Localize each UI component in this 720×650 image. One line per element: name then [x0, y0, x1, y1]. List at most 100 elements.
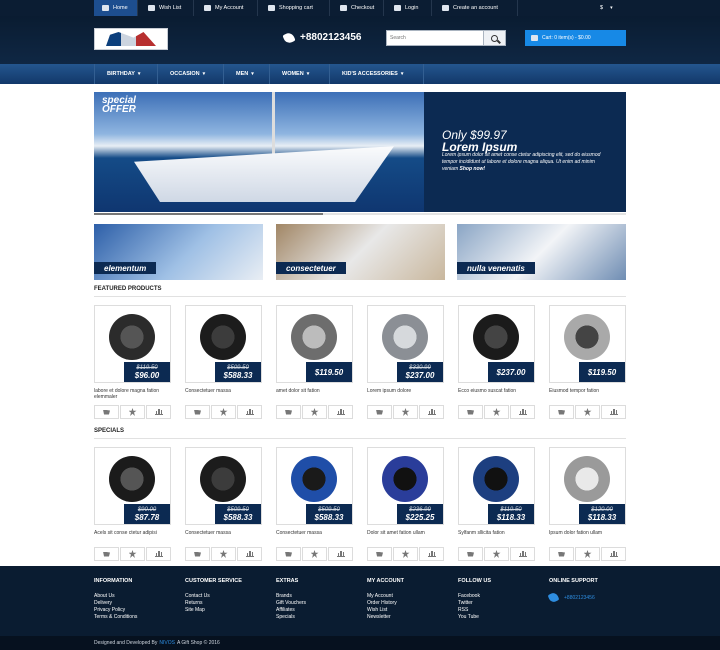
shop-now-link[interactable]: Shop now!	[460, 166, 486, 172]
compare-button[interactable]	[510, 405, 535, 419]
footer-link[interactable]: Specials	[276, 614, 366, 621]
compare-button[interactable]	[328, 547, 353, 561]
product-name[interactable]: labore et dolore magna fation elemmaler	[94, 388, 171, 400]
add-to-wishlist-button[interactable]	[484, 547, 509, 561]
footer-link[interactable]: Twitter	[458, 600, 548, 607]
search-button[interactable]	[484, 30, 506, 46]
top-link-login[interactable]: Login	[386, 0, 432, 16]
add-to-cart-button[interactable]	[367, 547, 392, 561]
add-to-wishlist-button[interactable]	[575, 405, 600, 419]
add-to-cart-button[interactable]	[276, 547, 301, 561]
product-name[interactable]: amet dolor sit fation	[276, 388, 353, 394]
product-name[interactable]: Ipsum dolor fation ullam	[549, 530, 626, 536]
site-logo[interactable]	[94, 28, 168, 50]
support-phone[interactable]: +8802123456	[547, 591, 639, 604]
hero-banner[interactable]: special OFFER Only $99.97 Lorem Ipsum Lor…	[94, 92, 626, 212]
footer-link[interactable]: You Tube	[458, 614, 548, 621]
product-name[interactable]: Consectetuer massa	[185, 530, 262, 536]
product-image[interactable]: $509.50 $588.33	[185, 305, 262, 383]
product-image[interactable]: $120.00 $118.33	[549, 447, 626, 525]
footer-link[interactable]: Site Map	[185, 607, 275, 614]
footer-link[interactable]: Gift Vouchers	[276, 600, 366, 607]
add-to-cart-button[interactable]	[94, 547, 119, 561]
add-to-wishlist-button[interactable]	[211, 405, 236, 419]
nav-item-birthday[interactable]: BIRTHDAY ▾	[94, 64, 158, 84]
footer-link[interactable]: Delivery	[94, 600, 184, 607]
product-name[interactable]: Consectetuer massa	[276, 530, 353, 536]
top-link-shopping-cart[interactable]: Shopping cart	[260, 0, 330, 16]
product-name[interactable]: Eiusmod tempor fation	[549, 388, 626, 394]
add-to-wishlist-button[interactable]	[120, 405, 145, 419]
promo-tile-nulla-venenatis[interactable]: nulla venenatis	[457, 224, 626, 280]
top-link-wish-list[interactable]: Wish List	[140, 0, 194, 16]
product-image[interactable]: $119.50 $118.33	[458, 447, 535, 525]
product-name[interactable]: Consectetuer massa	[185, 388, 262, 394]
add-to-wishlist-button[interactable]	[393, 405, 418, 419]
compare-button[interactable]	[237, 547, 262, 561]
product-name[interactable]: Ecco eiusmo suscat fation	[458, 388, 535, 394]
add-to-wishlist-button[interactable]	[575, 547, 600, 561]
promo-tile-consectetuer[interactable]: consectetuer	[276, 224, 445, 280]
top-link-create-account[interactable]: Create an account	[434, 0, 518, 16]
top-link-home[interactable]: Home	[94, 0, 138, 16]
compare-button[interactable]	[237, 405, 262, 419]
product-name[interactable]: Sylfanm sllicita fation	[458, 530, 535, 536]
add-to-cart-button[interactable]	[276, 405, 301, 419]
compare-button[interactable]	[419, 405, 444, 419]
add-to-wishlist-button[interactable]	[302, 405, 327, 419]
add-to-wishlist-button[interactable]	[120, 547, 145, 561]
footer-link[interactable]: Facebook	[458, 593, 548, 600]
footer-link[interactable]: Returns	[185, 600, 275, 607]
footer-link[interactable]: Contact Us	[185, 593, 275, 600]
compare-button[interactable]	[601, 547, 626, 561]
nav-item-kids-accessories[interactable]: KID'S ACCESSORIES ▾	[330, 64, 424, 84]
add-to-cart-button[interactable]	[458, 547, 483, 561]
compare-button[interactable]	[510, 547, 535, 561]
footer-link[interactable]: Terms & Conditions	[94, 614, 184, 621]
footer-link[interactable]: RSS	[458, 607, 548, 614]
add-to-wishlist-button[interactable]	[211, 547, 236, 561]
add-to-cart-button[interactable]	[185, 547, 210, 561]
nav-item-women[interactable]: WOMEN ▾	[270, 64, 330, 84]
footer-link[interactable]: Affiliates	[276, 607, 366, 614]
product-image[interactable]: $90.00 $87.78	[94, 447, 171, 525]
compare-button[interactable]	[328, 405, 353, 419]
product-image[interactable]: $119.50	[549, 305, 626, 383]
add-to-cart-button[interactable]	[549, 405, 574, 419]
product-name[interactable]: Acels sit conse ctetur adipisi	[94, 530, 171, 536]
compare-button[interactable]	[146, 547, 171, 561]
nav-item-occasion[interactable]: OCCASION ▾	[158, 64, 224, 84]
top-link-checkout[interactable]: Checkout	[332, 0, 384, 16]
add-to-wishlist-button[interactable]	[393, 547, 418, 561]
add-to-cart-button[interactable]	[458, 405, 483, 419]
footer-link[interactable]: My Account	[367, 593, 457, 600]
add-to-cart-button[interactable]	[94, 405, 119, 419]
product-image[interactable]: $236.99 $225.25	[367, 447, 444, 525]
footer-link[interactable]: Wish List	[367, 607, 457, 614]
add-to-cart-button[interactable]	[549, 547, 574, 561]
developer-link[interactable]: NIVOS	[159, 640, 175, 646]
add-to-wishlist-button[interactable]	[302, 547, 327, 561]
cart-button[interactable]: Cart: 0 item(s) - $0.00	[525, 30, 626, 46]
product-name[interactable]: Lorem ipsum dolore	[367, 388, 444, 394]
footer-link[interactable]: Privacy Policy	[94, 607, 184, 614]
footer-link[interactable]: Newsletter	[367, 614, 457, 621]
product-image[interactable]: $330.99 $237.00	[367, 305, 444, 383]
product-image[interactable]: $237.00	[458, 305, 535, 383]
top-link-my-account[interactable]: My Account	[196, 0, 258, 16]
compare-button[interactable]	[146, 405, 171, 419]
nav-item-men[interactable]: MEN ▾	[224, 64, 270, 84]
product-image[interactable]: $509.50 $588.33	[185, 447, 262, 525]
compare-button[interactable]	[601, 405, 626, 419]
add-to-wishlist-button[interactable]	[484, 405, 509, 419]
footer-link[interactable]: Brands	[276, 593, 366, 600]
footer-link[interactable]: About Us	[94, 593, 184, 600]
currency-selector[interactable]: $ ▾	[592, 0, 626, 16]
compare-button[interactable]	[419, 547, 444, 561]
promo-tile-elementum[interactable]: elementum	[94, 224, 263, 280]
search-input[interactable]	[386, 30, 484, 46]
product-image[interactable]: $119.50	[276, 305, 353, 383]
product-name[interactable]: Dolor sit amet fation ullam	[367, 530, 444, 536]
add-to-cart-button[interactable]	[185, 405, 210, 419]
product-image[interactable]: $509.50 $588.33	[276, 447, 353, 525]
